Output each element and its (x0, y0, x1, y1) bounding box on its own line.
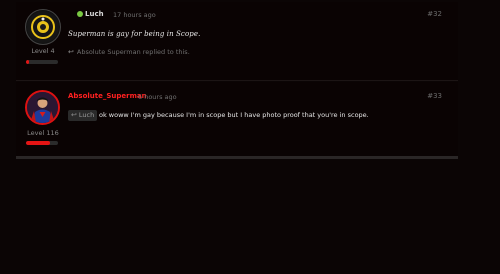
post-body: ok woww I'm gay because I'm in scope but… (99, 111, 369, 119)
user-level: Level 4 (31, 47, 55, 55)
author-username[interactable]: Absolute_Superman (68, 92, 147, 100)
post-timestamp[interactable]: 17 hours ago (113, 11, 156, 19)
post: Level 4 Luch 17 hours ago #32 Superman i… (16, 2, 458, 81)
online-status-icon (77, 11, 83, 17)
xp-bar (26, 141, 58, 145)
post-timestamp[interactable]: 6 hours ago (138, 93, 177, 101)
post-number[interactable]: #33 (427, 92, 442, 100)
xp-bar-fill (26, 60, 29, 64)
avatar[interactable] (25, 90, 60, 125)
avatar[interactable] (25, 9, 61, 45)
post: Level 116 Absolute_Superman 6 hours ago … (16, 82, 458, 156)
xp-bar (26, 60, 58, 64)
user-level: Level 116 (27, 129, 59, 137)
quoted-username: Luch (78, 111, 95, 119)
superhero-avatar-icon (27, 92, 58, 123)
reply-arrow-icon: ↩ (68, 48, 74, 56)
reply-arrow-icon: ↩ (71, 111, 77, 119)
reply-notice-text: Absolute Superman replied to this. (76, 48, 190, 56)
author-username[interactable]: Luch (85, 10, 104, 18)
quoted-user-chip[interactable]: ↩ Luch (68, 110, 98, 121)
avatar-emblem-icon (27, 11, 59, 43)
post-number[interactable]: #32 (427, 10, 442, 18)
thread-divider (16, 156, 458, 159)
post-body-handwritten: Superman is gay for being in Scope. (68, 30, 201, 38)
xp-bar-fill (26, 141, 50, 145)
reply-notice[interactable]: ↩ Absolute Superman replied to this. (68, 48, 190, 56)
